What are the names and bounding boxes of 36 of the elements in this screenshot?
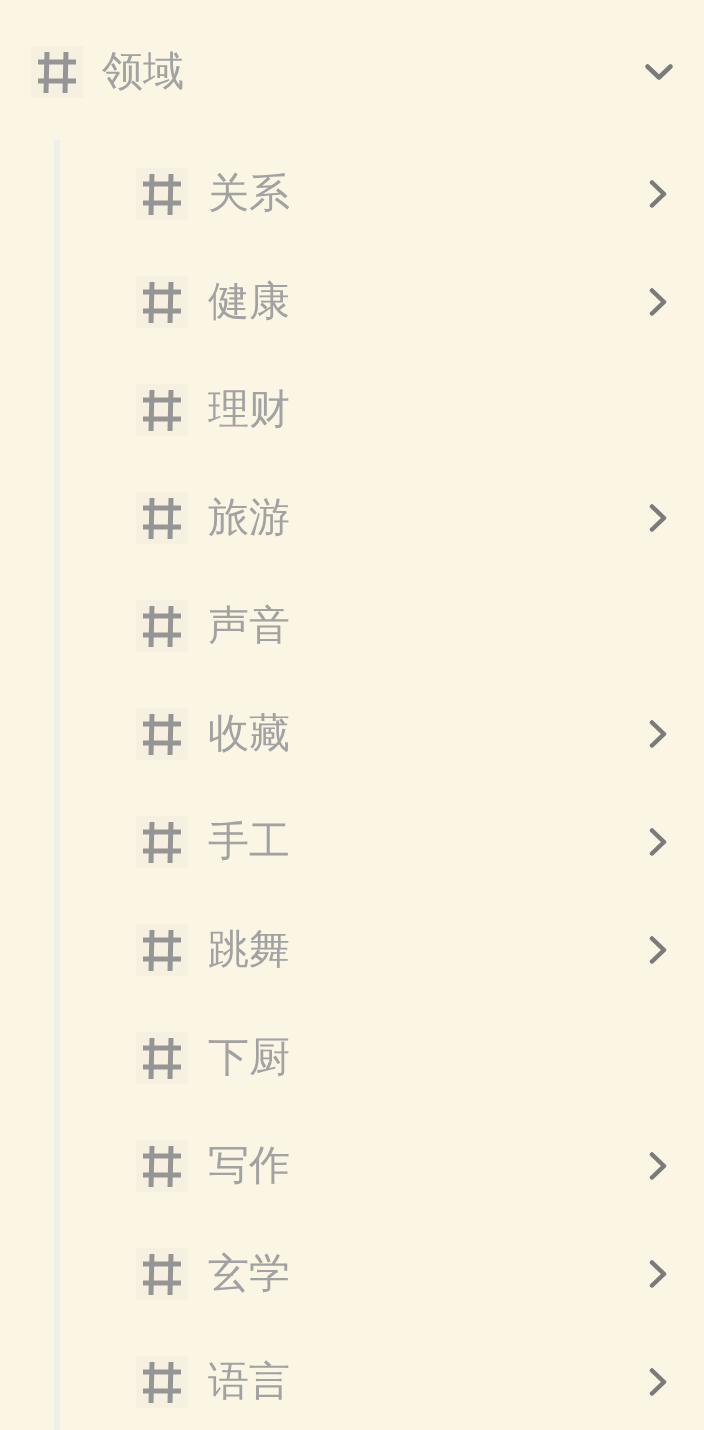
- chevron-right-icon[interactable]: [649, 504, 667, 532]
- chevron-right-icon[interactable]: [649, 1368, 667, 1396]
- hash-icon: [136, 276, 188, 328]
- hash-icon: [136, 1032, 188, 1084]
- chevron-right-icon[interactable]: [649, 1152, 667, 1180]
- tag-label[interactable]: 写作: [208, 1141, 290, 1191]
- hash-icon: [136, 1248, 188, 1300]
- chevron-right-icon[interactable]: [649, 1260, 667, 1288]
- hash-icon: [136, 1356, 188, 1408]
- tag-label[interactable]: 下厨: [208, 1033, 290, 1083]
- tag-label[interactable]: 理财: [208, 385, 290, 435]
- hash-icon: [136, 924, 188, 976]
- tag-label[interactable]: 收藏: [208, 709, 290, 759]
- tag-label[interactable]: 领域: [102, 47, 184, 97]
- hash-icon: [136, 492, 188, 544]
- hash-icon: [136, 708, 188, 760]
- tag-label[interactable]: 声音: [208, 601, 290, 651]
- chevron-right-icon[interactable]: [649, 828, 667, 856]
- tag-label[interactable]: 跳舞: [208, 925, 290, 975]
- hash-icon: [136, 816, 188, 868]
- hash-icon: [136, 1140, 188, 1192]
- hash-icon: [31, 46, 83, 98]
- chevron-right-icon[interactable]: [649, 180, 667, 208]
- tag-label[interactable]: 手工: [208, 817, 290, 867]
- hash-icon: [136, 168, 188, 220]
- tag-label[interactable]: 关系: [208, 169, 290, 219]
- chevron-right-icon[interactable]: [649, 936, 667, 964]
- chevron-right-icon[interactable]: [649, 720, 667, 748]
- tag-label[interactable]: 旅游: [208, 493, 290, 543]
- tag-label[interactable]: 健康: [208, 277, 290, 327]
- tag-label[interactable]: 玄学: [208, 1249, 290, 1299]
- hash-icon: [136, 600, 188, 652]
- hash-icon: [136, 384, 188, 436]
- tag-label[interactable]: 语言: [208, 1357, 290, 1407]
- chevron-down-icon[interactable]: [645, 63, 673, 81]
- chevron-right-icon[interactable]: [649, 288, 667, 316]
